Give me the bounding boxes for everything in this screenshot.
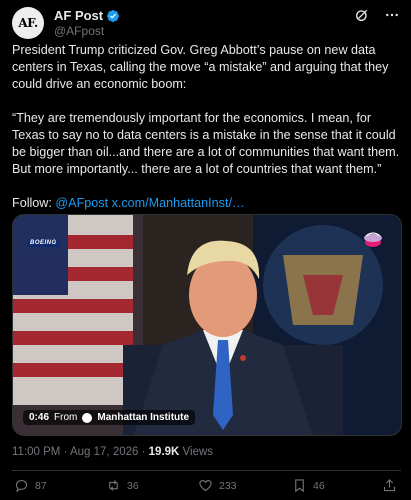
source-name-link[interactable]: Manhattan Institute	[97, 412, 189, 423]
bookmark-button[interactable]: 46	[292, 478, 325, 493]
share-icon	[383, 479, 396, 492]
meta-separator: ·	[63, 446, 68, 458]
grok-icon[interactable]	[354, 7, 370, 23]
repost-count: 36	[127, 479, 139, 492]
views-label: Views	[182, 446, 214, 458]
source-avatar-icon	[82, 412, 93, 423]
video-thumbnail	[13, 215, 401, 435]
verified-badge-icon	[107, 9, 120, 22]
tweet-header: AF. AF Post @AFpost	[12, 5, 400, 41]
divider	[12, 470, 401, 471]
tweet-metadata: 11:00 PM · Aug 17, 2026 · 19.9K Views	[12, 446, 213, 458]
author-name-row[interactable]: AF Post	[54, 8, 120, 23]
share-button[interactable]	[382, 478, 397, 493]
external-url-link[interactable]: x.com/ManhattanInst/…	[112, 196, 245, 210]
like-count: 233	[219, 479, 237, 492]
meta-separator: ·	[141, 446, 146, 458]
like-button[interactable]: 233	[198, 478, 237, 493]
video-player[interactable]: BOEING 0:46 From Manhattan Institute	[12, 214, 402, 436]
channel-badge-icon	[364, 232, 382, 247]
tweet-paragraph-1: President Trump criticized Gov. Greg Abb…	[12, 43, 389, 91]
repost-button[interactable]: 36	[106, 478, 139, 493]
more-options-icon[interactable]	[384, 7, 400, 23]
follow-handle-link[interactable]: @AFpost	[55, 196, 108, 210]
reply-button[interactable]: 87	[14, 478, 47, 493]
avatar[interactable]: AF.	[12, 7, 44, 39]
tweet-body: President Trump criticized Gov. Greg Abb…	[12, 42, 402, 212]
follow-line: Follow: @AFpost x.com/ManhattanInst/…	[12, 195, 402, 212]
video-info-bar: 0:46 From Manhattan Institute	[23, 410, 196, 425]
reply-icon	[15, 479, 28, 493]
tweet-time[interactable]: 11:00 PM	[12, 446, 60, 458]
bookmark-icon	[295, 479, 304, 493]
reply-count: 87	[35, 479, 47, 492]
action-bar: 87 36 233 46	[12, 478, 400, 496]
display-name[interactable]: AF Post	[54, 8, 103, 23]
views-count: 19.9K	[148, 446, 180, 458]
video-duration: 0:46	[29, 412, 50, 423]
like-icon	[199, 479, 212, 492]
tweet-paragraph-2: “They are tremendously important for the…	[12, 111, 400, 176]
boeing-watermark: BOEING	[27, 239, 60, 247]
follow-label: Follow:	[12, 196, 52, 210]
author-handle[interactable]: @AFpost	[54, 24, 104, 38]
tweet-date[interactable]: Aug 17, 2026	[70, 446, 138, 458]
from-label: From	[54, 412, 78, 423]
bookmark-count: 46	[313, 479, 325, 492]
repost-icon	[109, 480, 118, 491]
